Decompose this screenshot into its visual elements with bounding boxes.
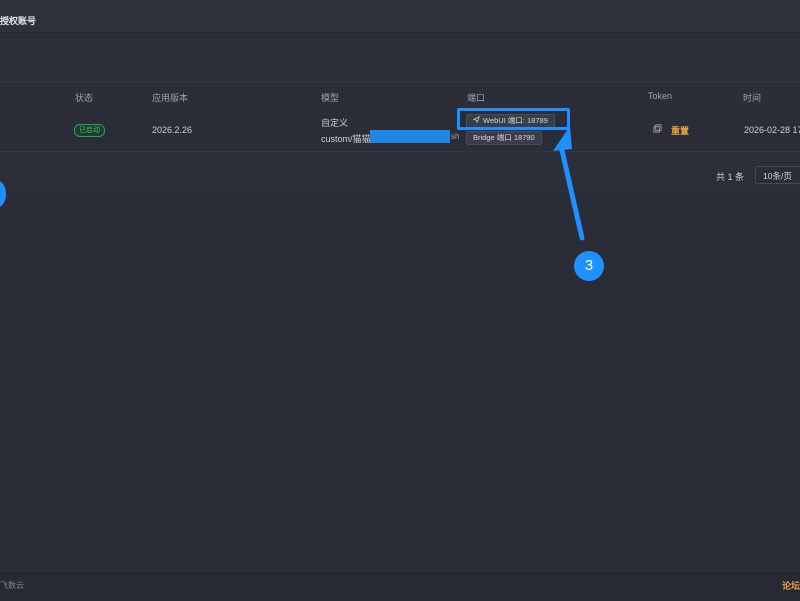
bottom-bar	[0, 570, 800, 601]
step-number-badge: 3	[574, 251, 604, 281]
annotation-arrow-icon	[553, 126, 585, 241]
forum-link[interactable]: 论坛	[782, 579, 800, 592]
footer-brand: 飞数云	[0, 581, 24, 590]
